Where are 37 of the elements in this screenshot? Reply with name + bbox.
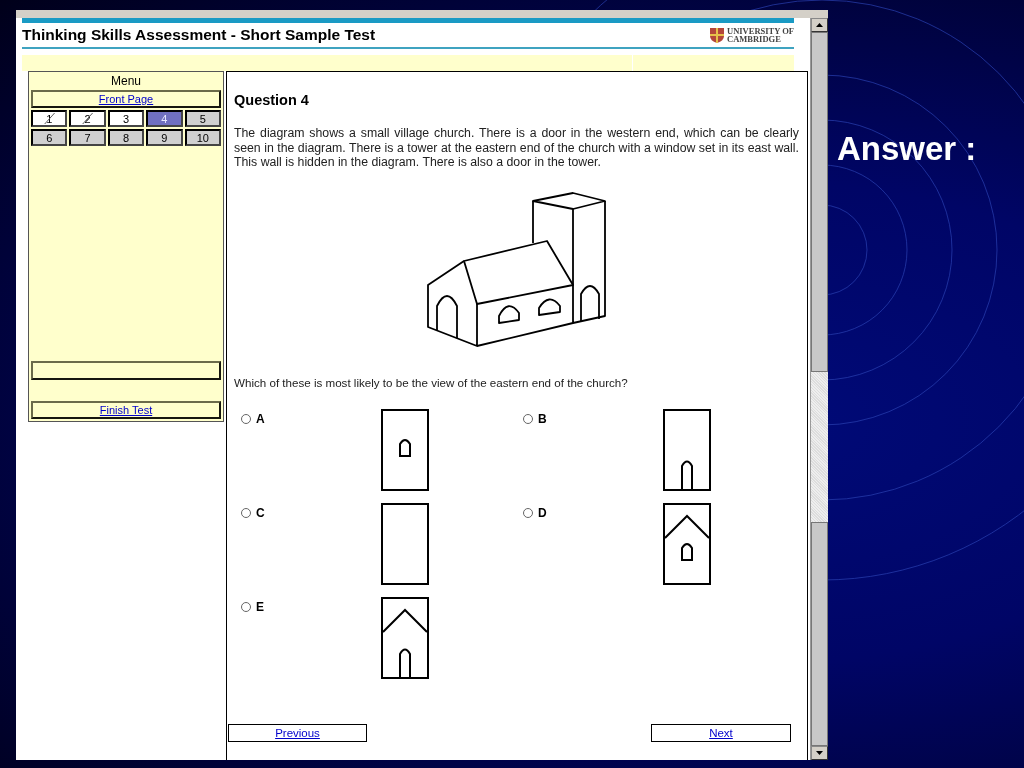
crest-icon [710, 27, 724, 43]
page-title: Thinking Skills Assessment - Short Sample Test [22, 26, 376, 44]
radio-button[interactable] [523, 413, 533, 424]
question-button[interactable]: 3 [107, 110, 145, 127]
option-letter: D [538, 505, 547, 520]
option-letter: B [538, 411, 547, 426]
radio-button[interactable] [523, 507, 533, 518]
question-button[interactable]: 2 [69, 110, 106, 127]
question-button[interactable]: 5 [184, 110, 221, 127]
menu-title: Menu [110, 74, 142, 88]
question-text: The diagram shows a small village church. There is a door in the western end, which can be clearly seen in the diagram. There is a tower at the eastern end of the church with a window set in its east wall. This wall is hidden in the diagram. There is also a door in the tower. [234, 126, 799, 170]
question-button[interactable]: 4 [146, 110, 183, 127]
previous-link[interactable]: Previous [228, 724, 367, 742]
question-button[interactable]: 10 [184, 129, 221, 146]
question-heading: Question 4 [234, 92, 310, 108]
option-letter: A [256, 411, 265, 426]
question-button[interactable]: 7 [69, 129, 106, 146]
scroll-down-icon[interactable] [816, 751, 823, 755]
scrollbar[interactable] [810, 18, 828, 760]
next-link[interactable]: Next [651, 724, 791, 742]
option-letter: C [256, 505, 265, 520]
question-prompt: Which of these is most likely to be the view of the eastern end of the church? [234, 375, 629, 389]
front-page-link[interactable]: Front Page [31, 90, 221, 108]
question-button[interactable]: 9 [146, 129, 183, 146]
scrollbar-thumb[interactable] [811, 522, 828, 746]
radio-button[interactable] [241, 413, 251, 424]
slide-title: Answer : [837, 130, 977, 168]
scrollbar-thumb[interactable] [811, 32, 828, 372]
question-button[interactable]: 8 [107, 129, 145, 146]
question-button[interactable]: 6 [31, 129, 68, 146]
question-button[interactable]: 1 [31, 110, 68, 127]
university-logo-text: UNIVERSITY OF CAMBRIDGE [727, 27, 794, 43]
finish-test-link[interactable]: Finish Test [31, 401, 221, 419]
radio-button[interactable] [241, 507, 251, 518]
radio-button[interactable] [241, 601, 251, 612]
scroll-up-icon[interactable] [816, 23, 823, 27]
option-letter: E [256, 599, 264, 614]
